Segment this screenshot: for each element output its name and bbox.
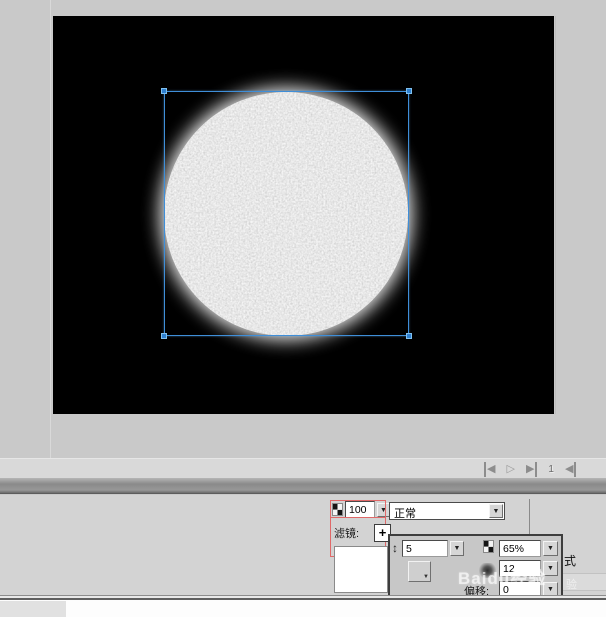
filters-label: 滤镜: [334,525,359,541]
bottom-strip [0,600,606,617]
timeline-controller-bar: ◀ ▷ ▶ 1 ◀ [0,458,606,478]
strength-dropdown-button[interactable]: ▼ [543,541,558,556]
last-frame-icon[interactable]: ▶ [526,462,537,477]
step-back-icon[interactable]: ◀ [565,462,576,477]
blend-mode-select[interactable]: 正常 [389,502,505,520]
panel-divider-bar [0,478,606,494]
background-strip [563,573,606,591]
glow-preview-icon [479,563,496,578]
strength-value-input[interactable] [499,540,541,557]
stage-canvas[interactable] [53,16,554,414]
alpha-value-input[interactable] [345,501,375,518]
current-frame-number: 1 [548,462,554,477]
workspace-gutter-line [50,0,51,458]
style-label-partial: 式 [564,552,576,569]
selection-handle-top-right[interactable] [406,88,412,94]
play-icon[interactable]: ▷ [506,462,514,477]
bottom-tab [0,601,66,617]
blur-dropdown-button[interactable]: ▼ [450,541,464,556]
selection-handle-bottom-left[interactable] [161,333,167,339]
panel-section-divider [529,499,530,535]
application-window: ◀ ▷ ▶ 1 ◀ ▼ 正常 ▼ 滤镜: + 式 ↕ ▼ ▼ ▼ ▼ 偏移: ▼… [0,0,606,617]
blur-value-input[interactable] [402,540,448,557]
quality-value-input[interactable] [499,560,541,577]
selection-handle-bottom-right[interactable] [406,333,412,339]
stage-edge-line [555,16,556,414]
selection-bounding-box[interactable] [164,91,409,336]
alpha-checker-icon [332,503,343,516]
blur-amount-icon: ↕ [392,541,398,555]
blend-mode-dropdown-button[interactable]: ▼ [489,504,503,518]
selection-handle-top-left[interactable] [161,88,167,94]
color-swatch-button[interactable]: ▼ [408,561,431,582]
swatch-dropdown-icon: ▼ [423,574,429,580]
first-frame-icon[interactable]: ◀ [484,462,495,477]
strength-checker-icon [483,540,494,553]
quality-dropdown-button[interactable]: ▼ [543,561,558,576]
filter-list-box[interactable] [334,546,388,593]
